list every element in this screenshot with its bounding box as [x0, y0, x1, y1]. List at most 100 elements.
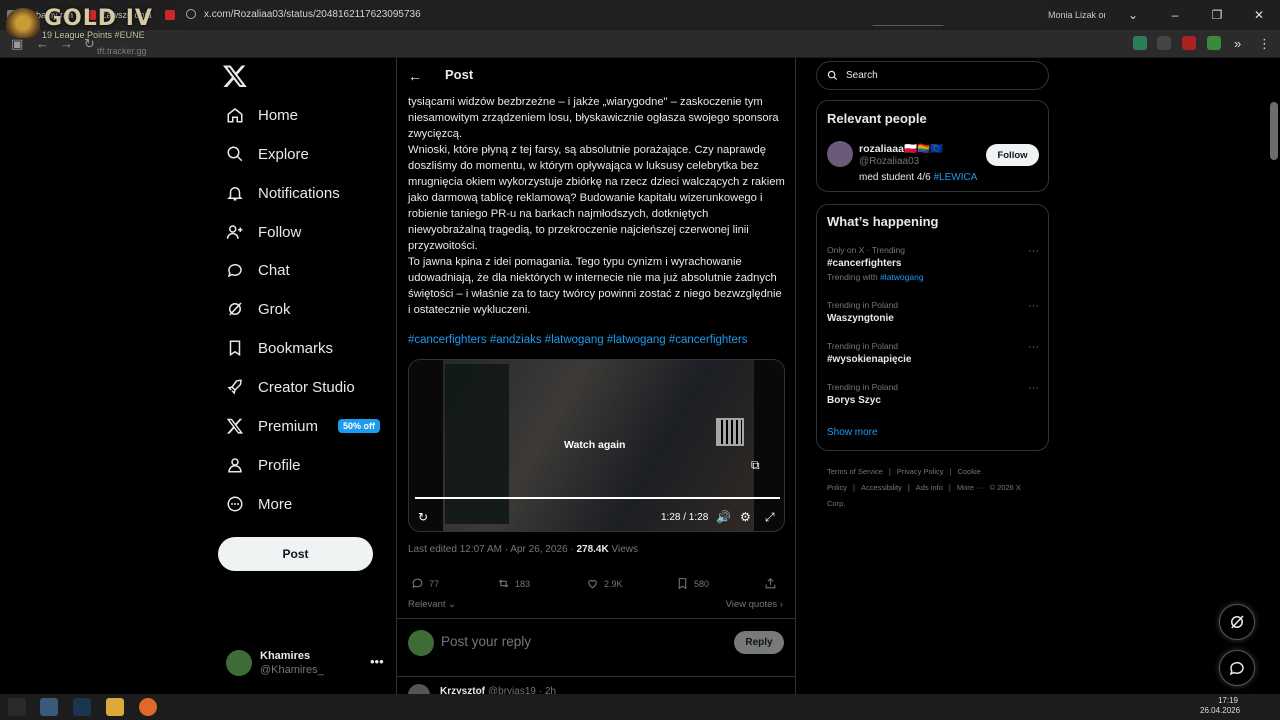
address-bar-row — [0, 30, 1280, 58]
x-logo-icon[interactable] — [222, 63, 248, 89]
settings-gear-icon[interactable]: ⚙ — [740, 510, 751, 524]
url-field[interactable]: x.com/Rozaliaa03/status/2048162117623095… — [176, 3, 1048, 25]
trend-item[interactable]: Trending in Poland Borys Szyc ··· — [827, 382, 1039, 406]
site-info-icon[interactable] — [186, 9, 196, 19]
trend-title: #cancerfighters — [827, 258, 902, 269]
chevron-more-icon[interactable]: » — [1234, 36, 1241, 51]
more-dots-icon[interactable]: ··· — [1028, 245, 1039, 257]
person-name[interactable]: rozaliaaa🇵🇱🏳️‍🌈🇪🇺 — [859, 142, 943, 155]
video-player[interactable]: Watch again ⧉ ↻ 1:28 / 1:28 🔊 ⚙ ⤢ — [408, 359, 785, 532]
like-action[interactable]: 2.9K — [586, 577, 623, 590]
extension-green-icon[interactable] — [1207, 36, 1221, 50]
reply-sort-dropdown[interactable]: Relevant ⌄ — [408, 599, 456, 610]
more-dots-icon[interactable]: ··· — [1028, 382, 1039, 394]
reply-icon — [412, 578, 423, 589]
watch-again-button[interactable]: Watch again — [564, 439, 625, 451]
post-button[interactable]: Post — [218, 537, 373, 571]
browser-menu-icon[interactable]: ⋮ — [1258, 36, 1271, 52]
reply-action[interactable]: 77 — [411, 577, 439, 590]
footer-link[interactable]: Accessibility — [861, 483, 902, 492]
video-progress-bar[interactable] — [415, 497, 780, 499]
minimize-button[interactable]: – — [1154, 8, 1196, 22]
fullscreen-icon[interactable]: ⤢ — [765, 510, 775, 525]
url-text: x.com/Rozaliaa03/status/2048162117623095… — [204, 8, 421, 20]
nav-item-label: Follow — [258, 223, 302, 241]
nav-item-label: Notifications — [258, 184, 340, 202]
search-input[interactable]: Search — [816, 61, 1049, 90]
footer-link[interactable]: Terms of Service — [827, 467, 883, 476]
more-dots-icon[interactable]: ••• — [370, 654, 384, 669]
reply-count: 77 — [429, 578, 440, 589]
show-more-link[interactable]: Show more — [827, 427, 878, 438]
bio-hashtag-link[interactable]: #LEWICA — [934, 172, 978, 183]
nav-item-label: Profile — [258, 456, 301, 474]
replay-icon[interactable]: ↻ — [418, 510, 428, 524]
start-icon[interactable] — [8, 698, 26, 716]
person-plus-icon — [226, 225, 243, 239]
back-arrow-icon[interactable]: ← — [408, 68, 422, 84]
nav-item-creator-studio[interactable]: Creator Studio — [226, 373, 355, 401]
post-body: tysiącami widzów bezbrzeżne – i jakże „w… — [408, 94, 786, 318]
extension-red-icon[interactable] — [1182, 36, 1196, 50]
nav-item-premium[interactable]: Premium 50% off — [226, 412, 381, 440]
tab-list-icon[interactable]: ⌄ — [1112, 8, 1154, 22]
account-switcher[interactable]: Khamires @Khamires_ ••• — [226, 648, 386, 682]
trend-item[interactable]: Only on X · Trending #cancerfighters Tre… — [827, 245, 1039, 282]
reply-input[interactable]: Post your reply — [441, 634, 531, 649]
chat-fab-button[interactable] — [1219, 650, 1255, 686]
account-handle: @Khamires_ — [260, 664, 324, 676]
trend-item[interactable]: Trending in Poland Waszyngtonie ··· — [827, 300, 1039, 324]
page-title: Post — [445, 67, 474, 82]
footer-link[interactable]: Ads info — [916, 483, 943, 492]
account-name: Khamires — [260, 650, 311, 662]
reply-button[interactable]: Reply — [734, 631, 784, 654]
nav-item-home[interactable]: Home — [226, 101, 298, 129]
footer-link[interactable]: Privacy Policy — [897, 467, 944, 476]
trend-sub-tag[interactable]: #latwogang — [880, 272, 923, 282]
steam-icon[interactable] — [73, 698, 91, 716]
share-action[interactable] — [764, 577, 777, 590]
relevant-people-title: Relevant people — [827, 111, 927, 126]
folder-icon[interactable] — [106, 698, 124, 716]
nav-item-profile[interactable]: Profile — [226, 451, 301, 479]
divider — [397, 676, 795, 677]
firefox-icon[interactable] — [139, 698, 157, 716]
grok-fab-button[interactable] — [1219, 604, 1255, 640]
bookmark-action[interactable]: 580 — [676, 577, 709, 590]
nav-item-bookmarks[interactable]: Bookmarks — [226, 334, 333, 362]
nav-item-label: More — [258, 495, 293, 513]
scrollbar-thumb[interactable] — [1270, 102, 1278, 160]
tracker-url: tft.tracker.gg — [97, 46, 147, 56]
nav-item-more[interactable]: More — [226, 490, 292, 518]
trend-context: Trending in Poland — [827, 300, 899, 310]
avatar[interactable] — [827, 141, 853, 167]
close-window-button[interactable]: ✕ — [1238, 8, 1280, 22]
x-icon — [226, 418, 244, 434]
view-quotes-link[interactable]: View quotes › — [726, 599, 783, 610]
picture-in-picture-icon[interactable]: ⧉ — [751, 458, 760, 473]
extension-puzzle-icon[interactable] — [1157, 36, 1171, 50]
tab-label: Monia Lizak or — [1048, 10, 1105, 20]
footer-link[interactable]: More ··· — [957, 483, 984, 492]
nav-item-explore[interactable]: Explore — [226, 140, 309, 168]
follow-button[interactable]: Follow — [986, 144, 1039, 166]
trend-sub: Trending with #latwogang — [827, 272, 1039, 282]
nav-item-notifications[interactable]: Notifications — [226, 179, 340, 207]
avatar — [226, 650, 252, 676]
volume-icon[interactable]: 🔊 — [716, 510, 731, 524]
search-icon — [227, 146, 243, 162]
extension-shield-icon[interactable] — [1133, 36, 1147, 50]
nav-item-grok[interactable]: Grok — [226, 295, 291, 323]
repost-action[interactable]: 183 — [497, 577, 530, 590]
sidebar-toggle-icon[interactable]: ▣ — [11, 36, 23, 52]
system-clock[interactable]: 17:19 26.04.2026 — [1200, 696, 1240, 716]
nav-item-chat[interactable]: Chat — [226, 256, 290, 284]
bookmark-icon — [678, 578, 687, 590]
nav-item-follow[interactable]: Follow — [226, 218, 301, 246]
maximize-button[interactable]: ❐ — [1196, 8, 1238, 22]
more-dots-icon[interactable]: ··· — [1028, 341, 1039, 353]
more-dots-icon[interactable]: ··· — [1028, 300, 1039, 312]
post-hashtags[interactable]: #cancerfighters #andziaks #latwogang #la… — [408, 334, 747, 346]
trend-item[interactable]: Trending in Poland #wysokienapięcie ··· — [827, 341, 1039, 365]
taskbar-app-icon[interactable] — [40, 698, 58, 716]
